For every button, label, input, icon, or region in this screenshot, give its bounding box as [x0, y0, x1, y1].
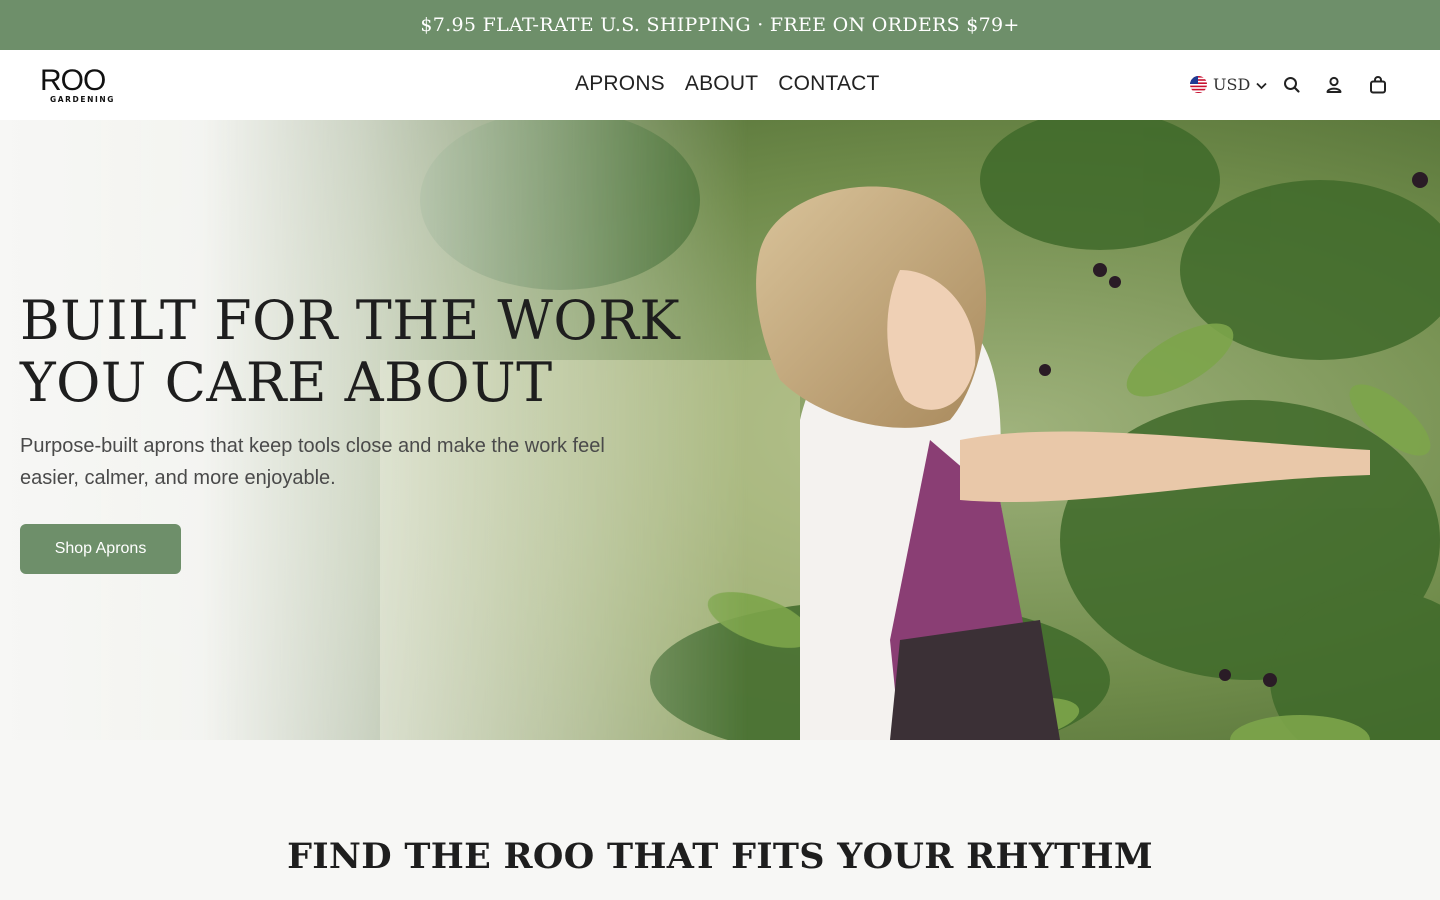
us-flag-icon [1190, 76, 1207, 93]
chevron-down-icon [1256, 75, 1267, 94]
hero-title: BUILT FOR THE WORK YOU CARE ABOUT [20, 290, 720, 414]
nav-aprons[interactable]: APRONS [575, 72, 665, 96]
search-icon[interactable] [1282, 75, 1302, 95]
nav-contact[interactable]: CONTACT [778, 72, 879, 96]
announcement-text: $7.95 FLAT-RATE U.S. SHIPPING · FREE ON … [420, 14, 1020, 36]
hero-section: BUILT FOR THE WORK YOU CARE ABOUT Purpos… [0, 120, 1440, 740]
logo-subtitle: GARDENING [50, 95, 115, 104]
hero-subtitle: Purpose-built aprons that keep tools clo… [20, 435, 605, 489]
nav-about[interactable]: ABOUT [685, 72, 758, 96]
account-icon[interactable] [1324, 75, 1344, 95]
logo-mark: ROO [40, 64, 106, 97]
hero-title-line1: BUILT FOR THE WORK [20, 289, 681, 352]
section-title: FIND THE ROO THAT FITS YOUR RHYTHM [287, 836, 1153, 877]
hero-title-line2: YOU CARE ABOUT [20, 351, 553, 414]
site-header: ROO GARDENING APRONS ABOUT CONTACT USD [0, 50, 1440, 120]
announcement-bar: $7.95 FLAT-RATE U.S. SHIPPING · FREE ON … [0, 0, 1440, 50]
logo[interactable]: ROO GARDENING [40, 66, 130, 106]
currency-selector[interactable]: USD [1190, 75, 1267, 94]
cart-icon[interactable] [1368, 75, 1388, 95]
shop-aprons-button[interactable]: Shop Aprons [20, 524, 181, 574]
main-nav: APRONS ABOUT CONTACT [575, 72, 880, 96]
currency-label: USD [1213, 75, 1251, 94]
